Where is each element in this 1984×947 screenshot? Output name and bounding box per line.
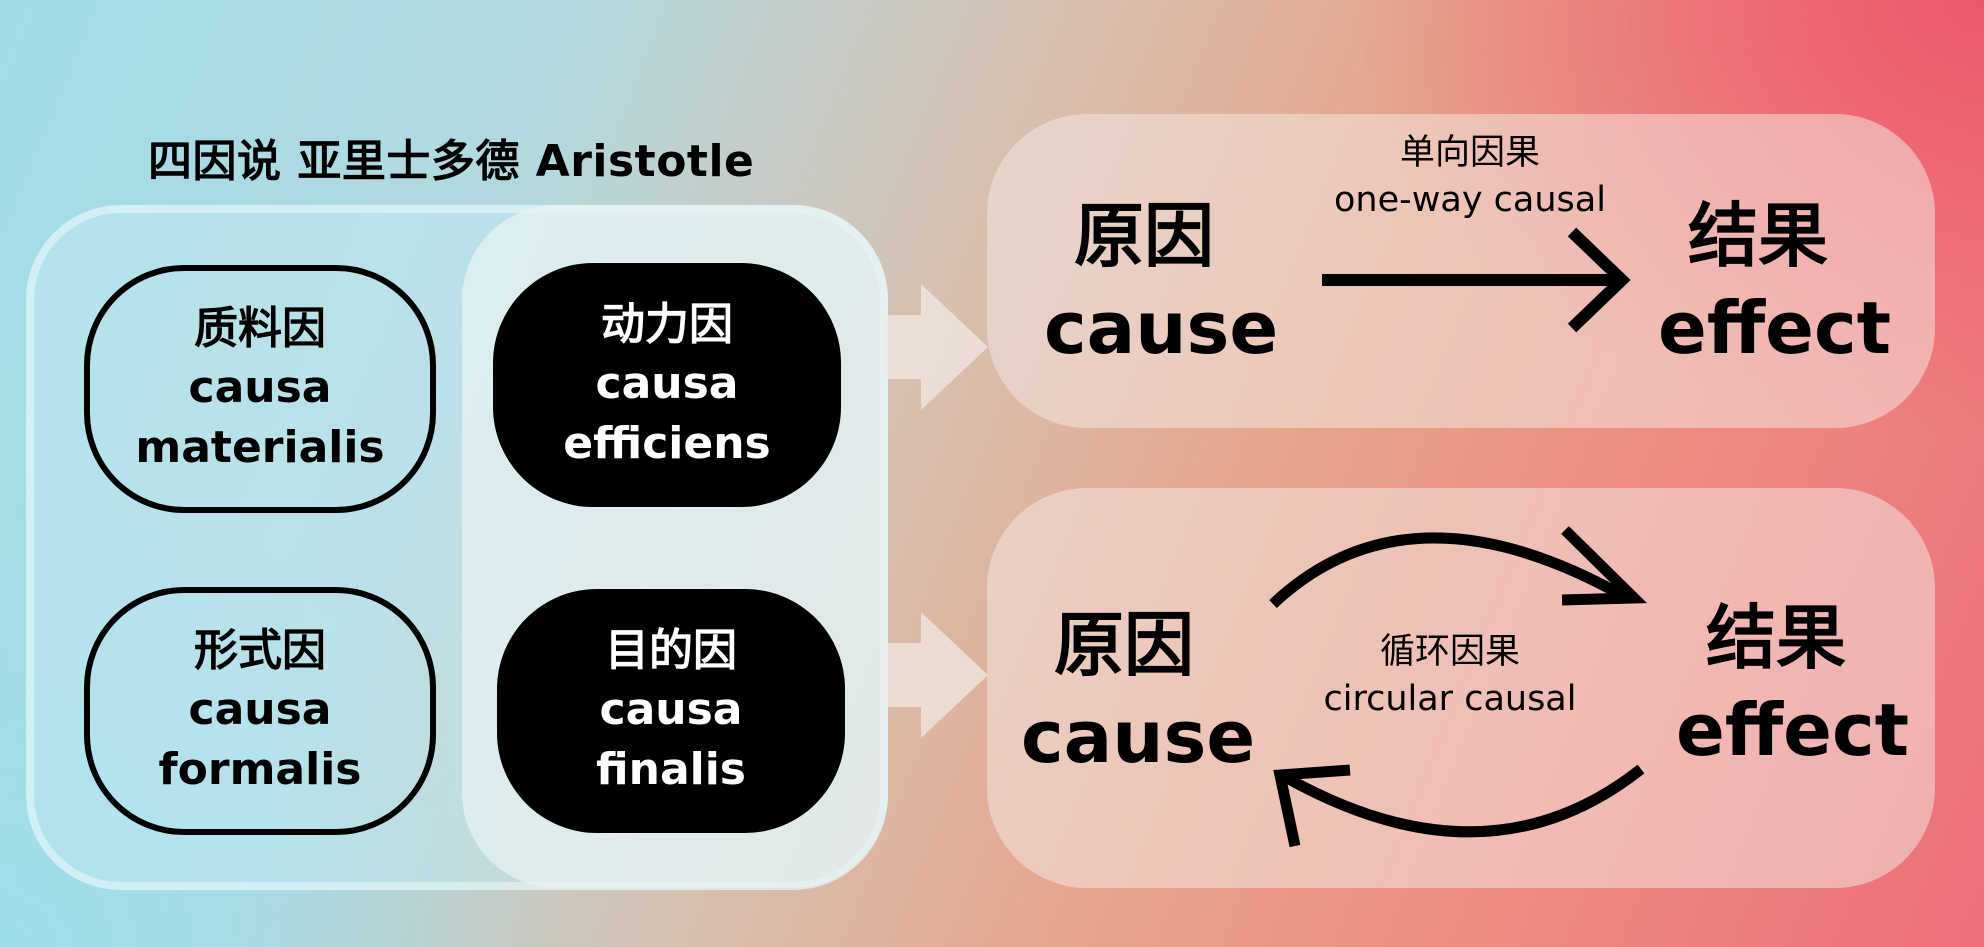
efficient-cause-line1: causa: [595, 358, 739, 409]
final-cause-line1: causa: [599, 684, 743, 735]
one-way-label-en: one-way causal: [1334, 180, 1606, 220]
efficient-cause-zh: 动力因: [601, 299, 733, 350]
circular-arrow-top: [1269, 532, 1630, 609]
circular-cause-en: cause: [1021, 695, 1256, 779]
one-way-effect-en: effect: [1658, 286, 1892, 370]
formal-cause-line1: causa: [188, 684, 332, 735]
connector-arrow-bottom: [885, 612, 988, 738]
efficient-cause-node: 动力因 causa efficiens: [493, 263, 841, 507]
final-cause-node: 目的因 causa finalis: [497, 589, 845, 833]
one-way-cause-zh: 原因: [1074, 195, 1214, 277]
material-cause-zh: 质料因: [194, 303, 326, 354]
heading: 四因说 亚里士多德 Aristotle: [148, 136, 755, 187]
one-way-label-zh: 单向因果: [1399, 133, 1540, 173]
one-way-effect-zh: 结果: [1688, 195, 1828, 277]
formal-cause-zh: 形式因: [194, 625, 326, 676]
formal-cause-line2: formalis: [158, 744, 362, 795]
material-cause-line1: causa: [188, 362, 332, 413]
circular-effect-en: effect: [1676, 688, 1910, 772]
material-cause-line2: materialis: [135, 422, 385, 473]
final-cause-line2: finalis: [596, 744, 746, 795]
final-cause-zh: 目的因: [605, 625, 737, 676]
one-way-cause-en: cause: [1044, 286, 1279, 370]
circular-effect-zh: 结果: [1706, 597, 1846, 679]
circular-cause-zh: 原因: [1054, 604, 1194, 686]
circular-arrow-bottom: [1284, 764, 1645, 838]
one-way-arrow: [1322, 227, 1631, 333]
efficient-cause-line2: efficiens: [563, 418, 771, 469]
connector-arrow-top: [885, 284, 988, 410]
circular-arrows: [1269, 526, 1648, 848]
formal-cause-node: 形式因 causa formalis: [84, 587, 436, 835]
material-cause-node: 质料因 causa materialis: [84, 265, 436, 513]
